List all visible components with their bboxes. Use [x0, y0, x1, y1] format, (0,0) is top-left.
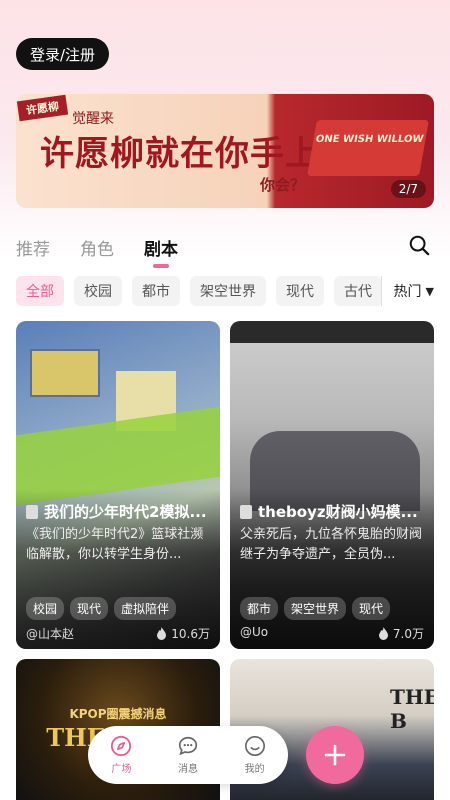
smiley-icon	[244, 736, 265, 756]
compass-icon	[111, 735, 132, 757]
card-heat: 10.6万	[156, 625, 210, 642]
promo-banner[interactable]: 许愿柳 觉醒来 许愿柳就在你手上 你会？ ONE WISH WILLOW 2/7	[16, 94, 434, 208]
document-icon	[240, 505, 252, 519]
card-description: 父亲死后，九位各怀鬼胎的财阀继子为争夺遗产，全员伪...	[240, 527, 423, 562]
card-title: 我们的少年时代2模拟...	[26, 501, 210, 522]
filter-city[interactable]: 都市	[132, 276, 180, 306]
category-filters: 全部 校园 都市 架空世界 现代 古代 热门 ▼	[16, 276, 434, 306]
card-tag: 架空世界	[284, 597, 347, 620]
card-title: theboyz财阀小妈模...	[240, 501, 424, 522]
filter-fantasy-world[interactable]: 架空世界	[190, 276, 266, 306]
search-icon[interactable]	[408, 234, 430, 256]
banner-pager: 2/7	[390, 180, 426, 198]
caret-down-icon: ▼	[425, 284, 434, 298]
filter-ancient[interactable]: 古代	[334, 276, 382, 306]
card-heat-value: 10.6万	[171, 627, 210, 641]
card-image-ceiling	[230, 321, 434, 343]
nav-label: 我的	[244, 764, 265, 775]
flame-icon	[157, 627, 167, 640]
plus-icon	[324, 744, 346, 766]
create-button[interactable]	[306, 726, 364, 784]
card-tag: 现代	[352, 597, 391, 620]
document-icon	[26, 505, 38, 519]
banner-title: 许愿柳就在你手上	[40, 134, 320, 174]
card-tag: 虚拟陪伴	[114, 597, 177, 620]
nav-messages[interactable]: 消息	[177, 735, 199, 775]
story-card[interactable]: theboyz财阀小妈模... 父亲死后，九位各怀鬼胎的财阀继子为争夺遗产，全员…	[230, 321, 434, 649]
nav-label: 广场	[111, 764, 132, 775]
main-tabs: 推荐 角色 剧本	[16, 232, 434, 268]
banner-ribbon: 许愿柳	[16, 94, 69, 122]
card-tag: 现代	[70, 597, 109, 620]
flame-icon	[378, 627, 388, 640]
sort-label: 热门	[393, 284, 422, 300]
card-tag: 都市	[240, 597, 279, 620]
tab-script[interactable]: 剧本	[144, 235, 178, 268]
chat-bubble-icon	[178, 736, 198, 756]
card-author: @Uo	[240, 625, 269, 639]
filter-all[interactable]: 全部	[16, 276, 64, 306]
card-image-poster	[30, 349, 100, 397]
login-button[interactable]: 登录/注册	[16, 38, 110, 70]
banner-product-tag: ONE WISH WILLOW	[307, 120, 429, 176]
banner-subtitle: 觉醒来	[72, 111, 114, 127]
card-tags: 都市 架空世界 现代	[240, 597, 396, 620]
filter-campus[interactable]: 校园	[74, 276, 122, 306]
bottom-nav: 广场 消息 我的	[88, 726, 288, 784]
sort-dropdown[interactable]: 热门 ▼	[380, 276, 434, 306]
card-overlay-heading: THE B	[390, 685, 434, 733]
nav-profile[interactable]: 我的	[244, 735, 266, 775]
story-card[interactable]: 我们的少年时代2模拟... 《我们的少年时代2》篮球社濒临解散，你以转学生身份.…	[16, 321, 220, 649]
card-overlay-text: KPOP圈震撼消息	[69, 707, 167, 721]
nav-plaza[interactable]: 广场	[110, 735, 132, 775]
nav-label: 消息	[177, 764, 198, 775]
tab-character[interactable]: 角色	[80, 235, 114, 260]
card-heat-value: 7.0万	[392, 627, 424, 641]
card-heat: 7.0万	[378, 625, 424, 642]
filter-modern[interactable]: 现代	[276, 276, 324, 306]
card-author: @山本赵	[26, 627, 75, 641]
card-tag: 校园	[26, 597, 65, 620]
card-tags: 校园 现代 虚拟陪伴	[26, 597, 182, 620]
tab-recommend[interactable]: 推荐	[16, 235, 50, 260]
card-description: 《我们的少年时代2》篮球社濒临解散，你以转学生身份...	[26, 527, 204, 562]
banner-question: 你会？	[260, 176, 306, 194]
